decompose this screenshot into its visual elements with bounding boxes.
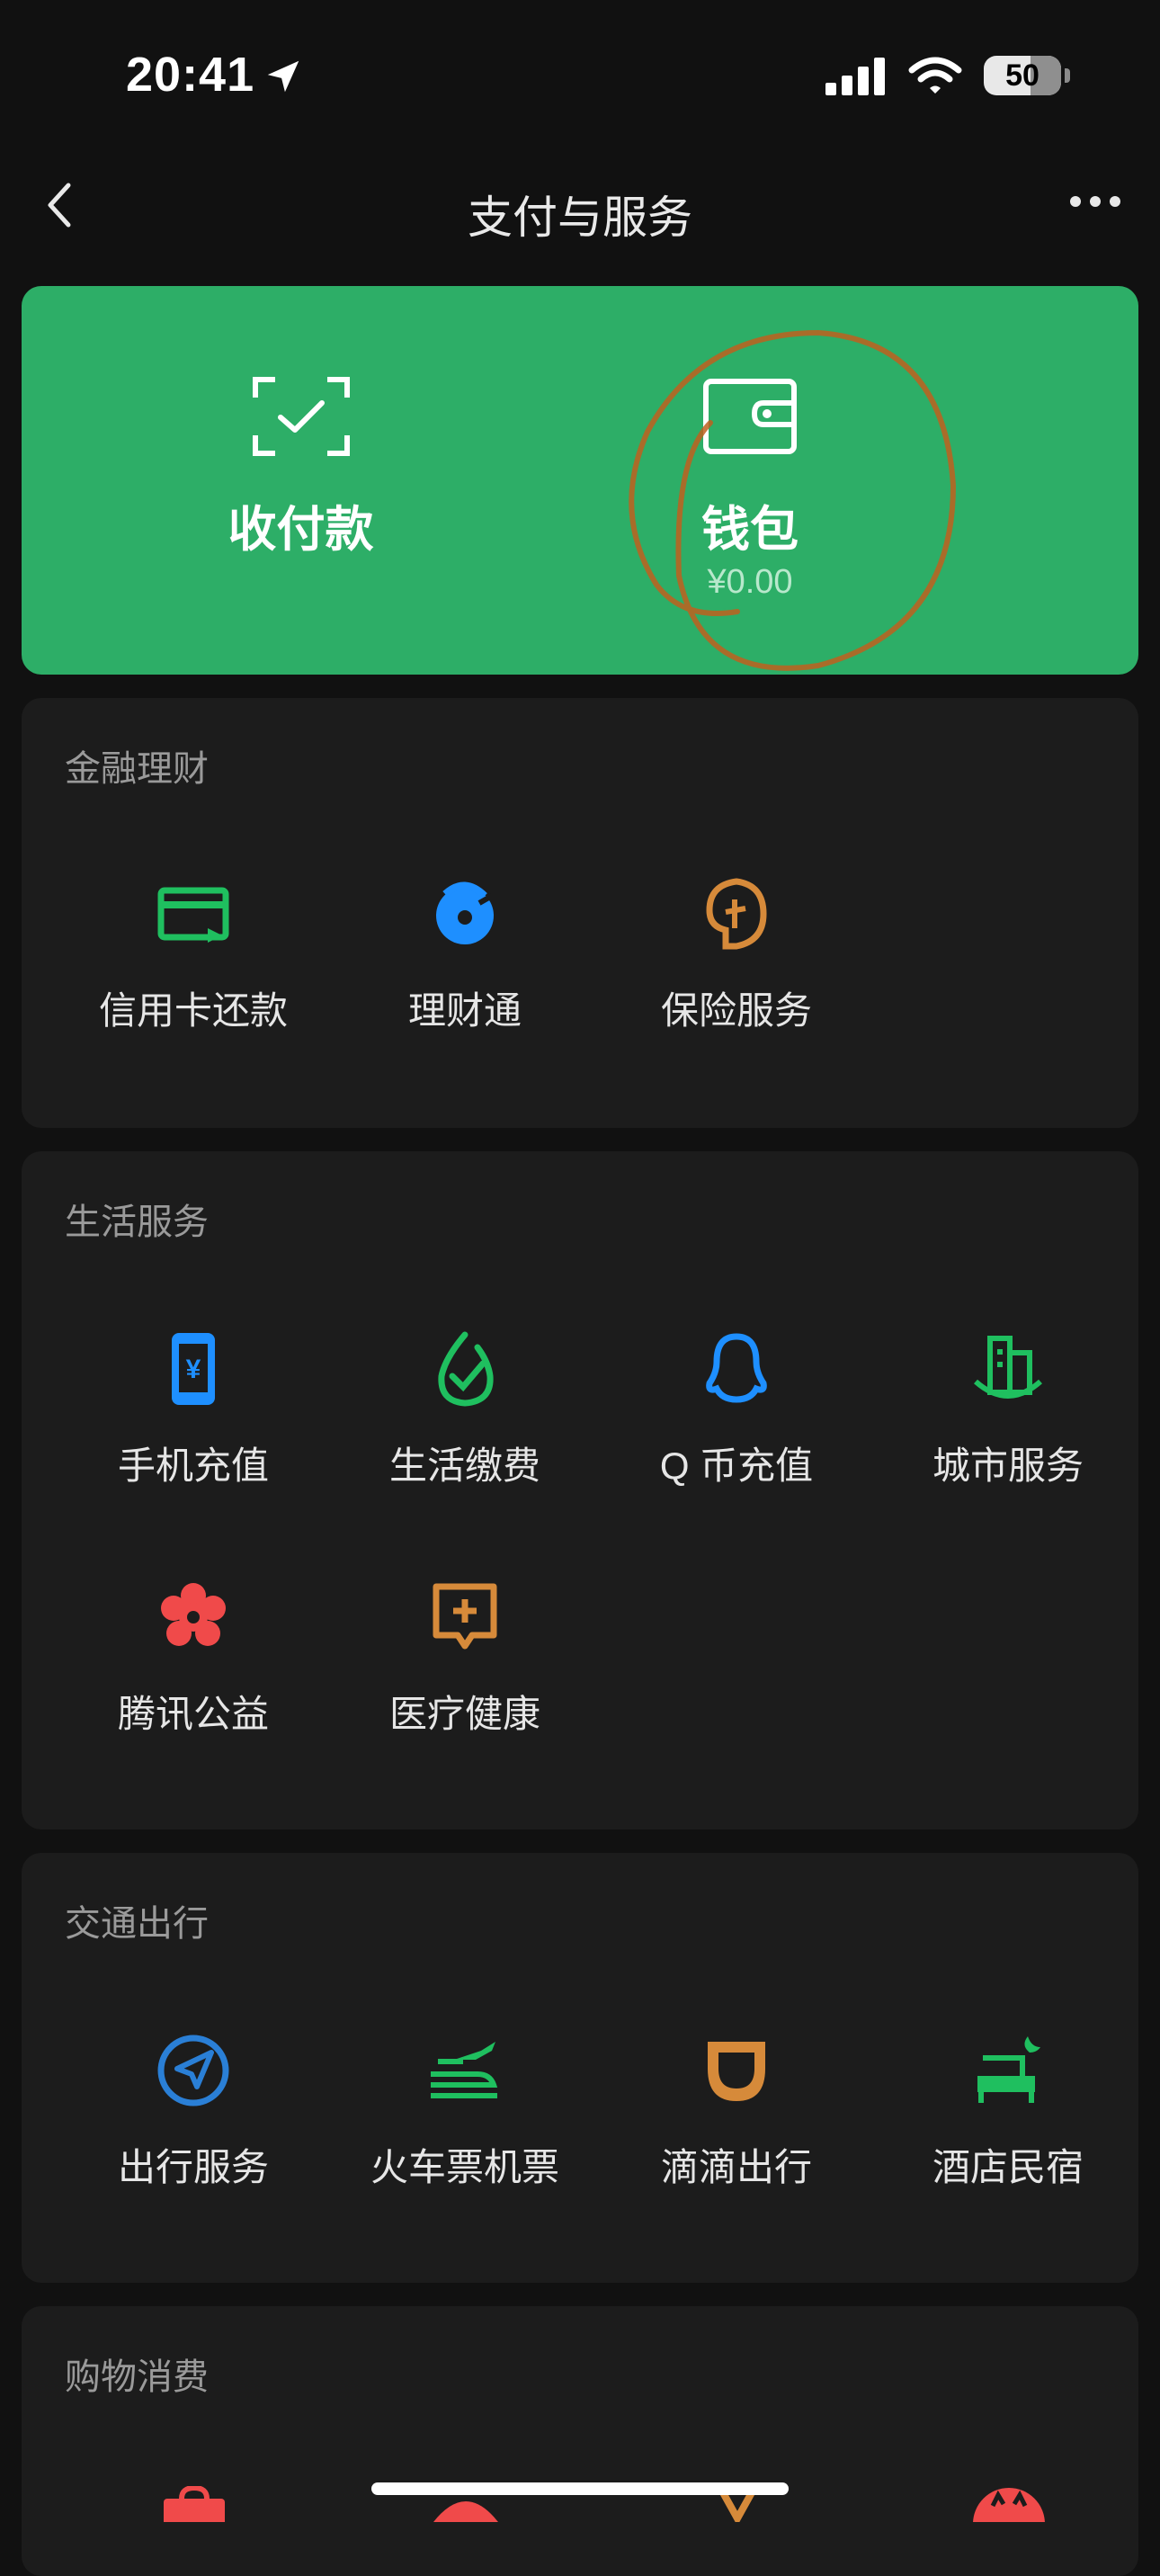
receive-pay-label: 收付款	[228, 503, 374, 557]
wallet-label: 钱包	[701, 503, 799, 557]
licaitong-button[interactable]: 理财通	[329, 876, 601, 1056]
section-title: 交通出行	[65, 1904, 209, 1944]
wallet-button[interactable]: 钱包 ¥0.00	[507, 286, 993, 675]
insurance-button[interactable]: 保险服务	[601, 876, 872, 1056]
qq-coin-icon	[706, 1333, 767, 1403]
charity-button[interactable]: 腾讯公益	[58, 1579, 329, 1759]
shopping-bag-icon[interactable]	[156, 2486, 232, 2522]
mobile-topup-button[interactable]: ¥ 手机充值	[58, 1331, 329, 1511]
licaitong-icon	[436, 881, 494, 944]
city-service-button[interactable]: 城市服务	[872, 1331, 1144, 1511]
grid-item-label: Q 币充值	[659, 1445, 814, 1487]
status-indicators: 50	[825, 56, 1070, 95]
grid-item-label: 火车票机票	[370, 2146, 559, 2188]
grid-item-label: 手机充值	[117, 1445, 269, 1487]
wifi-icon	[908, 57, 962, 94]
travel-section: 交通出行 出行服务 火车票机票 滴滴出行 酒店民宿	[22, 1853, 1138, 2283]
section-title: 金融理财	[65, 749, 209, 789]
medical-health-button[interactable]: 医疗健康	[329, 1579, 601, 1759]
utility-bill-icon	[438, 1331, 494, 1407]
status-time: 20:41	[126, 48, 255, 102]
charity-flower-icon	[161, 1583, 226, 1646]
finance-section: 金融理财 信用卡还款 理财通 保险服务	[22, 698, 1138, 1128]
receive-pay-button[interactable]: 收付款	[22, 286, 580, 675]
life-services-section: 生活服务 ¥ 手机充值 生活缴费 Q 币充值 城市服务 腾讯公益 医疗健康	[22, 1151, 1138, 1829]
grid-item-label: 腾讯公益	[117, 1693, 269, 1735]
grid-item-label: 保险服务	[660, 989, 812, 1032]
hotel-button[interactable]: 酒店民宿	[872, 2033, 1144, 2213]
battery-icon: 50	[984, 56, 1070, 95]
didi-button[interactable]: 滴滴出行	[601, 2033, 872, 2213]
travel-navigation-icon	[157, 2035, 229, 2106]
grid-item-label: 理财通	[407, 989, 522, 1032]
battery-level: 50	[1005, 58, 1040, 93]
grid-item-label: 信用卡还款	[98, 989, 288, 1032]
grid-item-label: 酒店民宿	[932, 2146, 1084, 2188]
grid-item-label: 医疗健康	[388, 1693, 540, 1735]
location-arrow-icon	[267, 60, 299, 93]
wallet-icon	[703, 379, 797, 454]
scan-check-icon	[252, 377, 350, 456]
travel-service-button[interactable]: 出行服务	[58, 2033, 329, 2213]
medical-icon	[433, 1583, 497, 1650]
train-plane-tickets-button[interactable]: 火车票机票	[329, 2033, 601, 2213]
utility-bill-button[interactable]: 生活缴费	[329, 1331, 601, 1511]
city-service-icon	[974, 1336, 1042, 1399]
train-plane-icon	[431, 2042, 498, 2098]
insurance-icon	[706, 878, 767, 950]
shopping-item-4-icon[interactable]	[971, 2486, 1047, 2522]
more-options-icon[interactable]	[1070, 196, 1120, 207]
credit-card-icon	[157, 887, 229, 943]
navigation-bar: 支付与服务	[0, 153, 1160, 261]
mobile-topup-icon: ¥	[172, 1333, 215, 1405]
page-title: 支付与服务	[468, 192, 692, 243]
section-title: 购物消费	[65, 2357, 209, 2397]
section-title: 生活服务	[65, 1203, 209, 1242]
didi-icon	[708, 2042, 765, 2101]
grid-item-label: 出行服务	[117, 2146, 269, 2188]
qq-coin-topup-button[interactable]: Q 币充值	[601, 1331, 872, 1511]
shopping-section: 购物消费	[22, 2306, 1138, 2576]
svg-text:¥: ¥	[186, 1355, 201, 1384]
cellular-signal-icon	[825, 58, 885, 95]
wallet-balance: ¥0.00	[707, 563, 793, 601]
hotel-icon	[977, 2036, 1040, 2103]
pay-wallet-card: 收付款 钱包 ¥0.00	[22, 286, 1138, 675]
grid-item-label: 滴滴出行	[660, 2146, 812, 2188]
credit-card-repay-button[interactable]: 信用卡还款	[58, 876, 329, 1056]
grid-item-label: 城市服务	[932, 1445, 1084, 1487]
status-bar: 20:41 50	[0, 0, 1160, 153]
home-indicator[interactable]	[371, 2482, 789, 2495]
grid-item-label: 生活缴费	[388, 1445, 540, 1487]
